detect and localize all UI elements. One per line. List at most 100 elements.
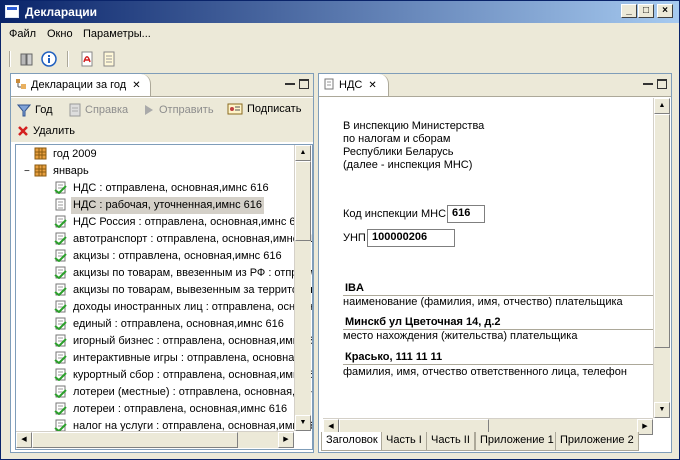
tree-item[interactable]: НДС : отправлена, основная,имнс 616 [54,180,271,197]
close-button[interactable]: × [657,4,673,18]
collapse-icon[interactable]: − [24,163,34,180]
inspection-code-label: Код инспекции МНС [343,208,447,220]
tab-part-2[interactable]: Часть II [426,432,475,451]
tree-item[interactable]: − январь [24,163,91,180]
tab-vat[interactable]: НДС ✕ [319,74,389,96]
year-button[interactable]: Год [17,103,53,117]
tree-scroll-thumb[interactable] [295,161,311,241]
tree-item-label: единый : отправлена, основная,имнс 616 [73,318,284,330]
close-icon[interactable]: ✕ [132,80,140,91]
tree-item[interactable]: игорный бизнес : отправлена, основная,им… [54,333,312,350]
menu-bar: Файл Окно Параметры... [1,25,679,43]
archive-icon[interactable] [19,51,35,67]
declarations-actions: Год Справка Отправить Подписать Удалить [11,98,313,142]
tab-declarations-year[interactable]: Декларации за год ✕ [11,74,151,96]
tree-item[interactable]: лотереи (местные) : отправлена, основная… [54,384,312,401]
scroll-up-icon[interactable]: ▲ [295,145,311,161]
sent-document-icon [54,351,67,364]
tree-item[interactable]: акцизы : отправлена, основная,имнс 616 [54,248,284,265]
scroll-down-icon[interactable]: ▼ [654,402,670,418]
maximize-button[interactable]: □ [638,4,654,18]
tree-item[interactable]: интерактивные игры : отправлена, основна… [54,350,302,367]
reference-button[interactable]: Справка [69,103,128,117]
delete-button[interactable]: Удалить [17,125,75,137]
tree-horizontal-scrollbar[interactable]: ◀ ▶ [16,431,294,448]
sent-document-icon [54,385,67,398]
divider [343,364,653,365]
minimize-button[interactable]: _ [621,4,637,18]
title-bar[interactable]: Декларации _ □ × [1,1,679,23]
responsible-field[interactable]: Красько, 111 11 11 [345,351,442,363]
address-line: Республики Беларусь [343,146,454,158]
reference-icon [69,103,81,117]
menu-parameters[interactable]: Параметры... [83,28,151,40]
tree-vertical-scrollbar[interactable]: ▲ ▼ [294,145,311,431]
panel-minimize-icon[interactable] [643,79,653,85]
inspection-code-field[interactable]: 616 [447,205,485,223]
close-icon[interactable]: ✕ [368,80,376,91]
sent-document-icon [54,181,67,194]
tab-label: Декларации за год [31,79,127,91]
payer-name-field[interactable]: IBA [345,282,364,294]
tree-hscroll-thumb[interactable] [32,432,238,448]
pdf-icon[interactable] [79,51,95,67]
panel-maximize-icon[interactable] [299,79,309,89]
address-field[interactable]: Минскб ул Цветочная 14, д.2 [345,316,501,328]
scroll-left-icon[interactable]: ◀ [16,432,32,448]
address-line: В инспекцию Министерства [343,120,485,132]
tree-item-label: автотранспорт : отправлена, основная,имн… [73,233,313,245]
tree-item[interactable]: НДС Россия : отправлена, основная,имнс 6… [54,214,310,231]
tree-icon [16,79,26,89]
form-scroll-thumb[interactable] [654,114,670,348]
scroll-down-icon[interactable]: ▼ [295,415,311,431]
tree-item[interactable]: акцизы по товарам, вывезенным за террито… [54,282,313,299]
tree-item-label: акцизы по товарам, вывезенным за террито… [73,284,313,296]
unp-field[interactable]: 100000206 [367,229,455,247]
tree-item[interactable]: курортный сбор : отправлена, основная,им… [54,367,312,384]
sent-document-icon [54,215,67,228]
tree-item-label: НДС : рабочая, уточненная,имнс 616 [71,197,265,214]
address-caption: место нахождения (жительства) плательщик… [343,330,578,342]
panel-minimize-icon[interactable] [285,79,295,85]
main-toolbar [1,47,679,71]
tab-label: НДС [339,79,363,91]
tree-item[interactable]: лотереи : отправлена, основная,имнс 616 [54,401,289,418]
tree-item[interactable]: акцизы по товарам, ввезенным из РФ : отп… [54,265,312,282]
tree-item[interactable]: год 2009 [24,146,99,163]
tree-item-label: год 2009 [53,148,97,160]
form-section-tabs: Заголовок Часть I Часть II Приложение 1 … [319,432,679,452]
panel-maximize-icon[interactable] [657,79,667,89]
sign-button[interactable]: Подписать [227,103,301,115]
vat-panel-header: НДС ✕ [319,74,671,97]
tab-appendix-2[interactable]: Приложение 2 [555,432,639,451]
scroll-up-icon[interactable]: ▲ [654,98,670,114]
tree-item[interactable]: единый : отправлена, основная,имнс 616 [54,316,286,333]
sent-document-icon [54,334,67,347]
payer-name-caption: наименование (фамилия, имя, отчество) пл… [343,296,623,308]
tree-item[interactable]: НДС : рабочая, уточненная,имнс 616 [54,197,265,214]
window-title: Декларации [25,5,97,19]
send-button[interactable]: Отправить [143,103,214,117]
tab-part-1[interactable]: Часть I [381,432,427,451]
form-vertical-scrollbar[interactable]: ▲ ▼ [653,98,670,418]
address-line: по налогам и сборам [343,133,451,145]
sent-document-icon [54,283,67,296]
toolbar-separator [9,51,11,67]
sent-document-icon [54,317,67,330]
reference-button-label: Справка [85,104,129,116]
menu-file[interactable]: Файл [9,28,36,40]
tab-header[interactable]: Заголовок [321,432,383,451]
tree-item[interactable]: доходы иностранных лиц : отправлена, осн… [54,299,312,316]
send-button-label: Отправить [159,104,214,116]
document-icon [324,78,334,90]
play-icon [145,105,153,115]
info-icon[interactable] [41,51,57,67]
tree-item-label: НДС : отправлена, основная,имнс 616 [73,182,269,194]
calendar-grid-icon [34,164,47,177]
declarations-tree: год 2009 − январь НДС : отправлена, основна… [15,144,313,450]
scroll-right-icon[interactable]: ▶ [278,432,294,448]
document-icon[interactable] [101,51,117,67]
menu-window[interactable]: Окно [47,28,73,40]
tree-item[interactable]: автотранспорт : отправлена, основная,имн… [54,231,313,248]
tab-appendix-1[interactable]: Приложение 1 [475,432,559,451]
